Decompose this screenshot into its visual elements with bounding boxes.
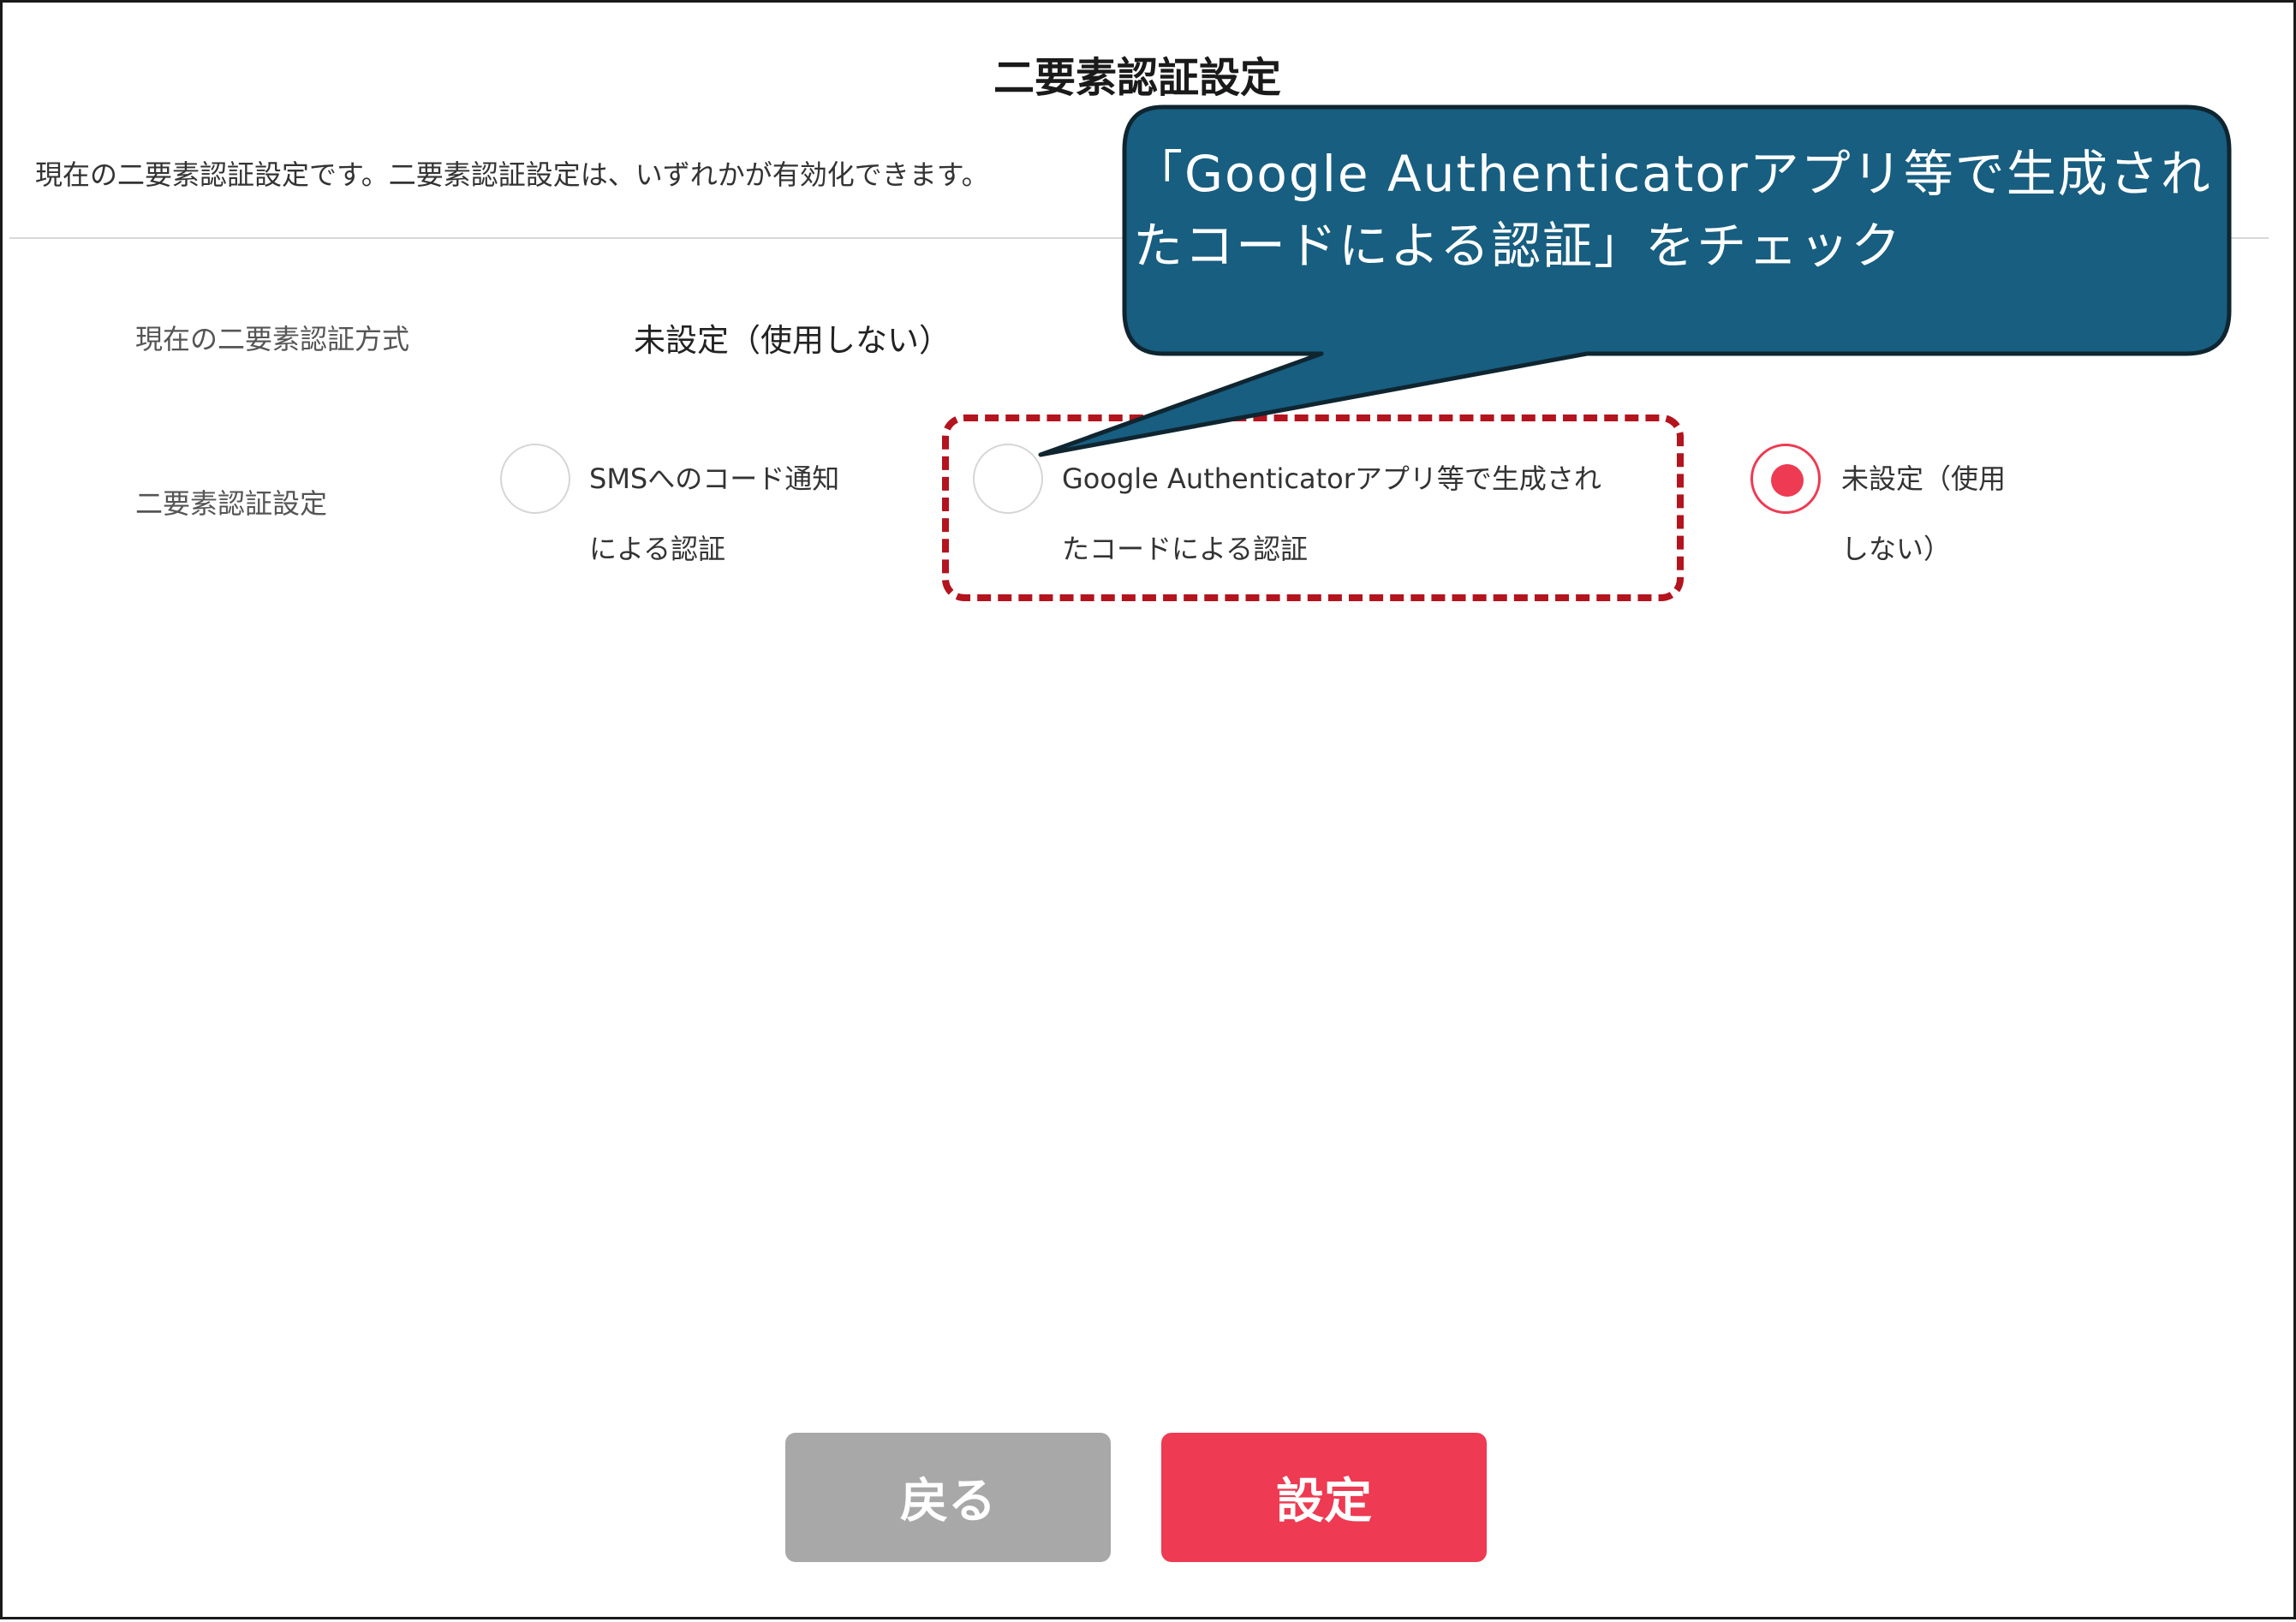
callout-line1: 「Google Authenticatorアプリ等で生成され: [1133, 145, 2212, 203]
callout-text: 「Google Authenticatorアプリ等で生成され たコードによる認証…: [1133, 138, 2212, 282]
set-button[interactable]: 設定: [1161, 1433, 1487, 1562]
callout-line2: たコードによる認証」をチェック: [1133, 217, 1903, 275]
page-frame: 二要素認証設定 現在の二要素認証設定です。二要素認証設定は、いずれかが有効化でき…: [0, 0, 2296, 1619]
back-button[interactable]: 戻る: [785, 1433, 1111, 1562]
